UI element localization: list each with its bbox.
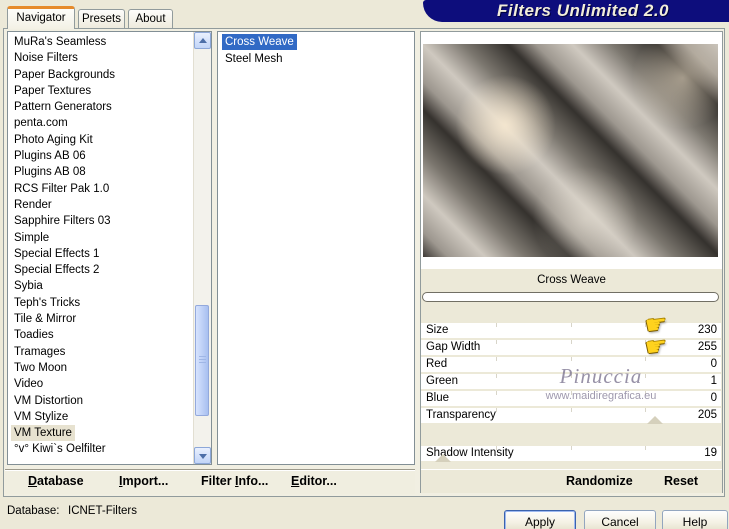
slider-value: 205 xyxy=(697,409,717,421)
category-item[interactable]: VM Texture xyxy=(11,425,75,442)
cancel-button[interactable]: Cancel xyxy=(584,510,656,529)
category-item[interactable]: Tramages xyxy=(11,344,68,360)
category-item[interactable]: °v° Kiwi`s Oelfilter xyxy=(11,441,109,457)
progress-bar xyxy=(422,292,719,302)
category-item[interactable]: Noise Filters xyxy=(11,50,81,66)
database-button[interactable]: Database xyxy=(28,474,84,488)
filter-settings-panel: Cross Weave Size 230 Gap Width 255 Red 0… xyxy=(420,31,723,493)
category-item[interactable]: Paper Textures xyxy=(11,83,94,99)
category-item[interactable]: Sybia xyxy=(11,278,46,294)
slider-value: 0 xyxy=(710,392,717,404)
slider-thumb-icon[interactable] xyxy=(647,416,663,424)
category-scrollbar[interactable] xyxy=(193,32,211,464)
category-item[interactable]: VM Stylize xyxy=(11,409,71,425)
tab-navigator-label: Navigator xyxy=(16,12,66,24)
category-item[interactable]: Plugins AB 06 xyxy=(11,148,89,164)
tab-navigator[interactable]: Navigator xyxy=(7,6,75,29)
scroll-up-button[interactable] xyxy=(194,32,211,49)
slider-size[interactable]: Size 230 xyxy=(421,323,721,338)
slider-label: Transparency xyxy=(426,409,496,421)
category-item[interactable]: penta.com xyxy=(11,115,71,131)
status-database-value: ICNET-Filters xyxy=(68,505,137,517)
filter-preview-image[interactable] xyxy=(423,44,718,257)
slider-gap-width[interactable]: Gap Width 255 xyxy=(421,340,721,355)
category-item[interactable]: MuRa's Seamless xyxy=(11,34,109,50)
status-database: Database: ICNET-Filters xyxy=(7,505,207,517)
category-item[interactable]: Pattern Generators xyxy=(11,99,115,115)
label-part: ditor... xyxy=(299,474,337,488)
tab-about-label: About xyxy=(135,13,166,25)
slider-shadow-intensity[interactable]: Shadow Intensity 19 xyxy=(421,446,721,461)
label-mnemonic: D xyxy=(28,474,38,488)
slider-blue[interactable]: Blue 0 xyxy=(421,391,721,406)
reset-button[interactable]: Reset xyxy=(664,474,698,488)
category-item[interactable]: Simple xyxy=(11,230,52,246)
slider-label: Green xyxy=(426,375,458,387)
slider-red[interactable]: Red 0 xyxy=(421,357,721,372)
slider-label: Blue xyxy=(426,392,450,404)
slider-label: Gap Width xyxy=(426,341,481,353)
randomize-reset-band: Randomize Reset xyxy=(421,469,722,493)
filter-info-button[interactable]: Filter Info... xyxy=(201,474,268,488)
pointing-hand-icon: ☛ xyxy=(643,331,669,363)
filter-item[interactable]: Cross Weave xyxy=(222,34,297,50)
navigator-panel: MuRa's Seamless Noise Filters Paper Backgr… xyxy=(3,28,725,497)
slider-value: 0 xyxy=(710,358,717,370)
category-item[interactable]: Photo Aging Kit xyxy=(11,132,96,148)
filter-caption: Cross Weave xyxy=(537,274,606,286)
slider-green[interactable]: Green 1 xyxy=(421,374,721,389)
scroll-down-button[interactable] xyxy=(194,447,211,464)
database-toolbar: Database Import... Filter Info... Editor… xyxy=(5,469,415,494)
apply-button[interactable]: Apply xyxy=(504,510,576,529)
filters-unlimited-dialog: Filters Unlimited 2.0 Navigator Presets … xyxy=(0,0,729,529)
label-part: mport... xyxy=(122,474,169,488)
status-database-label: Database: xyxy=(7,505,60,517)
category-item[interactable]: Teph's Tricks xyxy=(11,295,83,311)
slider-value: 255 xyxy=(697,341,717,353)
category-item[interactable]: Toadies xyxy=(11,327,57,343)
category-item[interactable]: Paper Backgrounds xyxy=(11,67,118,83)
slider-transparency[interactable]: Transparency 205 xyxy=(421,408,721,423)
title-banner: Filters Unlimited 2.0 xyxy=(423,0,729,22)
category-item[interactable]: Video xyxy=(11,376,46,392)
filter-item[interactable]: Steel Mesh xyxy=(222,51,286,67)
tab-about[interactable]: About xyxy=(128,9,173,29)
parameter-sliders: Size 230 Gap Width 255 Red 0 Green 1 Blu… xyxy=(421,323,721,469)
editor-button[interactable]: Editor... xyxy=(291,474,337,488)
scroll-thumb[interactable] xyxy=(195,305,209,416)
scroll-down-icon xyxy=(199,454,207,459)
slider-value: 230 xyxy=(697,324,717,336)
category-item[interactable]: VM Distortion xyxy=(11,393,86,409)
label-part: atabase xyxy=(37,474,84,488)
label-part: nfo... xyxy=(238,474,269,488)
import-button[interactable]: Import... xyxy=(119,474,168,488)
category-item[interactable]: Special Effects 2 xyxy=(11,262,102,278)
slider-label: Size xyxy=(426,324,449,336)
scroll-up-icon xyxy=(199,38,207,43)
category-item[interactable]: RCS Filter Pak 1.0 xyxy=(11,181,112,197)
label-part: Filter xyxy=(201,474,236,488)
category-item[interactable]: Sapphire Filters 03 xyxy=(11,213,114,229)
help-button[interactable]: Help xyxy=(662,510,728,529)
app-title: Filters Unlimited 2.0 xyxy=(496,1,670,20)
randomize-button[interactable]: Randomize xyxy=(566,474,633,488)
category-item[interactable]: Plugins AB 08 xyxy=(11,164,89,180)
tab-presets[interactable]: Presets xyxy=(78,9,125,29)
tab-presets-label: Presets xyxy=(82,13,121,25)
category-item[interactable]: Special Effects 1 xyxy=(11,246,102,262)
slider-label: Red xyxy=(426,358,448,370)
slider-value: 1 xyxy=(710,375,717,387)
category-item[interactable]: Render xyxy=(11,197,55,213)
category-item[interactable]: Tile & Mirror xyxy=(11,311,79,327)
category-item[interactable]: Two Moon xyxy=(11,360,70,376)
slider-value: 19 xyxy=(704,447,717,459)
category-list[interactable]: MuRa's Seamless Noise Filters Paper Backgr… xyxy=(7,31,212,465)
filter-list[interactable]: Cross Weave Steel Mesh xyxy=(217,31,415,465)
preview-area xyxy=(421,32,722,269)
slider-thumb-icon[interactable] xyxy=(435,454,451,462)
